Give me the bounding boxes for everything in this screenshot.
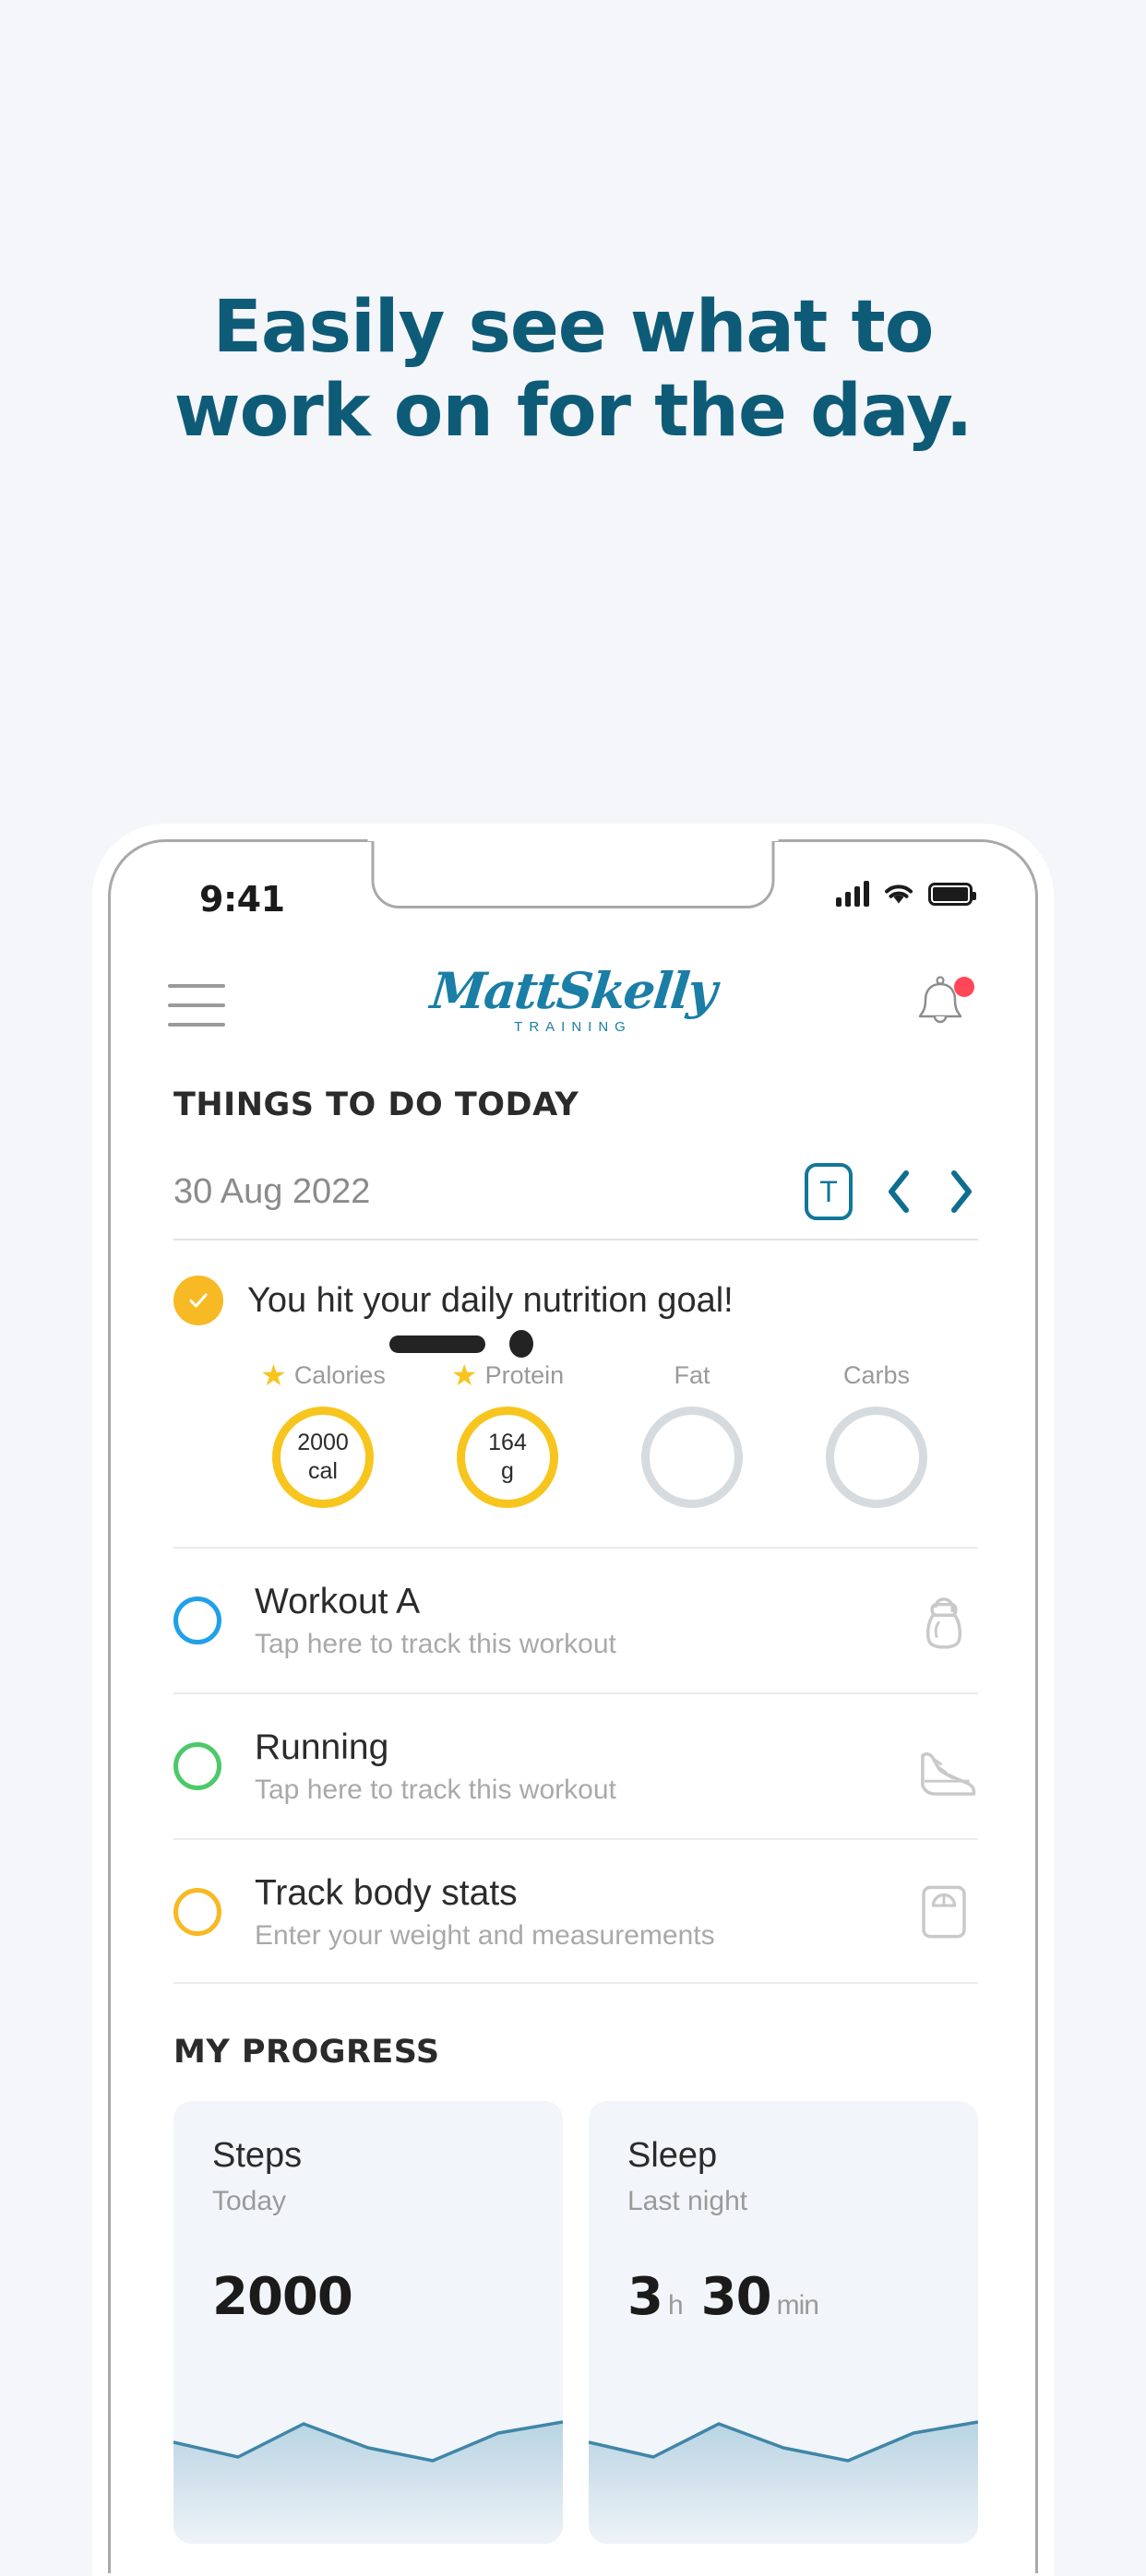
- task-body: Running Tap here to track this workout: [255, 1727, 910, 1806]
- macro-value: 164: [488, 1429, 527, 1455]
- header-divider: [173, 1239, 978, 1241]
- task-title: Track body stats: [255, 1872, 518, 1913]
- chevron-left-icon[interactable]: [882, 1166, 915, 1217]
- macro-label-row: Carbs: [843, 1357, 910, 1394]
- macro-ring: [826, 1407, 927, 1508]
- task-checkbox[interactable]: [173, 1742, 221, 1790]
- task-row-track-body-stats[interactable]: Track body stats Enter your weight and m…: [173, 1844, 978, 1980]
- status-bar: 9:41: [92, 879, 1054, 934]
- macro-unit: g: [501, 1458, 514, 1484]
- wifi-icon: [885, 884, 913, 904]
- nutrition-goal-row[interactable]: You hit your daily nutrition goal!: [173, 1276, 734, 1325]
- macro-label: Carbs: [842, 1360, 911, 1389]
- notification-badge: [954, 977, 974, 997]
- list-divider: [173, 1982, 978, 1984]
- list-divider: [173, 1547, 978, 1549]
- star-icon: ★: [450, 1359, 478, 1392]
- status-bar-indicators: [836, 881, 976, 907]
- card-value: 2000: [212, 2267, 395, 2327]
- macro-label: Protein: [484, 1360, 565, 1389]
- app-logo-subtitle: TRAINING: [514, 1019, 632, 1035]
- progress-cards: Steps Today 2000 Sleep Last night 3 h 30…: [173, 2101, 978, 2544]
- task-row-running[interactable]: Running Tap here to track this workout: [173, 1698, 978, 1834]
- macro-ring: 164 g: [457, 1407, 558, 1508]
- card-subtitle: Last night: [627, 2186, 748, 2216]
- card-value-number: 2000: [212, 2267, 353, 2327]
- macro-label: Calories: [293, 1360, 386, 1389]
- macro-protein[interactable]: ★ Protein 164 g: [415, 1357, 600, 1508]
- date-navigation-row: 30 Aug 2022 T: [173, 1154, 978, 1229]
- promo-headline-line2: work on for the day.: [173, 370, 973, 454]
- hamburger-menu-icon[interactable]: [168, 984, 225, 1027]
- check-circle-icon: [173, 1276, 223, 1325]
- notifications-button[interactable]: [912, 975, 976, 1041]
- steps-sparkline-chart: [173, 2368, 563, 2544]
- macro-carbs[interactable]: Carbs: [784, 1357, 969, 1508]
- card-subtitle: Today: [212, 2186, 287, 2216]
- front-camera-icon: [509, 1330, 533, 1358]
- nutrition-goal-message: You hit your daily nutrition goal!: [247, 1280, 734, 1320]
- card-value-number: 3: [627, 2267, 663, 2327]
- current-date-label: 30 Aug 2022: [173, 1171, 371, 1211]
- card-value-unit2: min: [776, 2290, 819, 2321]
- weighing-scale-icon: [910, 1878, 978, 1946]
- task-subtitle: Enter your weight and measurements: [255, 1920, 715, 1951]
- macro-rings: ★ Calories 2000 cal ★ Protein 164 g Fat: [231, 1357, 969, 1508]
- list-divider: [173, 1692, 978, 1694]
- progress-card-sleep[interactable]: Sleep Last night 3 h 30 min: [589, 2101, 978, 2544]
- signal-bars-icon: [836, 881, 869, 907]
- app-logo-script: MattSkelly: [427, 961, 719, 1020]
- macro-label: Fat: [674, 1360, 710, 1389]
- progress-card-steps[interactable]: Steps Today 2000: [173, 2101, 563, 2544]
- app-header: MattSkelly TRAINING: [92, 953, 1054, 1063]
- task-checkbox[interactable]: [173, 1888, 221, 1936]
- task-row-workout-a[interactable]: Workout A Tap here to track this workout: [173, 1552, 978, 1689]
- card-title: Steps: [212, 2136, 303, 2175]
- date-controls: T: [805, 1163, 978, 1220]
- card-value-unit: h: [667, 2290, 684, 2321]
- earpiece-speaker-icon: [389, 1335, 485, 1353]
- kettlebell-icon: [910, 1586, 978, 1655]
- card-value-number2: 30: [700, 2267, 772, 2327]
- macro-label-row: ★ Calories: [260, 1357, 386, 1394]
- phone-mockup: 9:41 MattSkelly TRAINING THINGS TO DO TO…: [92, 824, 1054, 2576]
- macro-ring: 2000 cal: [272, 1407, 374, 1508]
- battery-full-icon: [928, 882, 976, 906]
- task-title: Running: [255, 1727, 389, 1767]
- running-shoe-icon: [910, 1732, 978, 1800]
- macro-ring: [641, 1407, 743, 1508]
- promo-headline: Easily see what to work on for the day.: [0, 286, 1146, 455]
- macro-calories[interactable]: ★ Calories 2000 cal: [231, 1357, 415, 1508]
- task-body: Track body stats Enter your weight and m…: [255, 1872, 910, 1952]
- macro-unit: cal: [308, 1458, 338, 1484]
- macro-label-row: Fat: [674, 1357, 710, 1394]
- sleep-sparkline-chart: [589, 2368, 978, 2544]
- macro-fat[interactable]: Fat: [600, 1357, 784, 1508]
- star-icon: ★: [260, 1359, 287, 1392]
- card-value: 3 h 30 min: [627, 2267, 831, 2327]
- card-title: Sleep: [627, 2136, 718, 2175]
- task-checkbox[interactable]: [173, 1597, 221, 1644]
- promo-headline-line1: Easily see what to: [212, 286, 935, 369]
- list-divider: [173, 1838, 978, 1840]
- app-logo: MattSkelly TRAINING: [427, 961, 719, 1035]
- section-title-progress: MY PROGRESS: [173, 2034, 440, 2071]
- status-bar-clock: 9:41: [199, 879, 285, 920]
- macro-value: 2000: [297, 1429, 349, 1455]
- macro-label-row: ★ Protein: [451, 1357, 564, 1394]
- task-subtitle: Tap here to track this workout: [255, 1775, 616, 1805]
- task-body: Workout A Tap here to track this workout: [255, 1581, 910, 1660]
- task-title: Workout A: [255, 1581, 421, 1621]
- notch-mask: [367, 834, 779, 841]
- task-subtitle: Tap here to track this workout: [255, 1629, 616, 1659]
- chevron-right-icon[interactable]: [945, 1166, 978, 1217]
- today-button[interactable]: T: [805, 1163, 853, 1220]
- section-title-today: THINGS TO DO TODAY: [173, 1086, 579, 1123]
